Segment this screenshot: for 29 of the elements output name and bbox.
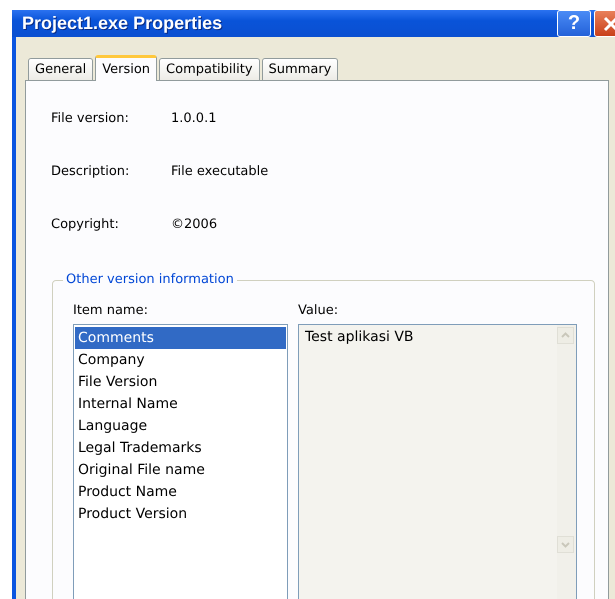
list-item[interactable]: Product Name xyxy=(75,481,286,503)
list-item[interactable]: Legal Trademarks xyxy=(75,437,286,459)
list-label: Item name: xyxy=(73,303,149,318)
list-item[interactable]: Internal Name xyxy=(75,393,286,415)
list-item[interactable]: Language xyxy=(75,415,286,437)
list-item[interactable]: Comments xyxy=(75,327,286,349)
list-item[interactable]: Original File name xyxy=(75,459,286,481)
tab[interactable]: Compatibility xyxy=(159,58,260,80)
value-label: Value: xyxy=(298,303,340,318)
item-list[interactable]: Comments Company File Version Internal Name Language Legal Trademarks Original File name Product Name Product Version xyxy=(73,324,288,599)
tab[interactable]: Summary xyxy=(262,58,338,80)
window-title: Project1.exe Properties xyxy=(22,13,224,34)
close-icon xyxy=(602,14,615,32)
list-item[interactable]: Product Version xyxy=(75,503,286,525)
field-value: ©2006 xyxy=(171,217,218,234)
value-box[interactable]: Test aplikasi VB xyxy=(298,324,577,599)
field-label: Description: xyxy=(51,164,130,181)
field-label: File version: xyxy=(51,111,130,128)
value-text: Test aplikasi VB xyxy=(305,329,414,345)
help-button[interactable]: ? xyxy=(557,10,591,37)
field-value: 1.0.0.1 xyxy=(171,111,216,128)
tab[interactable]: Version xyxy=(95,55,158,81)
list-item[interactable]: File Version xyxy=(75,371,286,393)
field-value: File executable xyxy=(171,164,268,181)
tab[interactable]: General xyxy=(28,58,94,80)
scroll-up-icon[interactable] xyxy=(557,327,574,344)
scroll-down-icon[interactable] xyxy=(557,536,574,553)
field-label: Copyright: xyxy=(51,217,120,234)
list-item[interactable]: Company xyxy=(75,349,286,371)
